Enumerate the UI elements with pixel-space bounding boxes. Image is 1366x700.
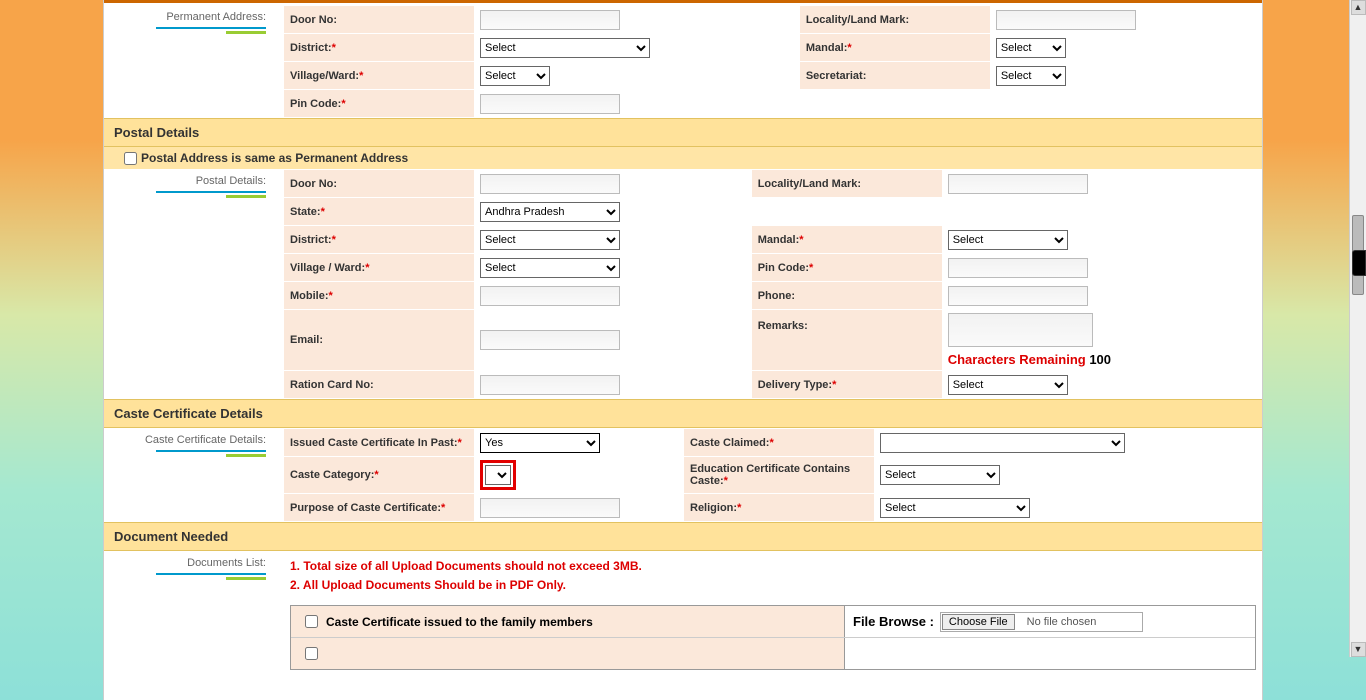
perm-secretariat-select[interactable]: Select	[996, 66, 1066, 86]
docs-title-label: Documents List:	[187, 557, 266, 569]
postal-delivery-label: Delivery Type:	[758, 379, 832, 391]
caste-title-label: Caste Certificate Details:	[145, 434, 266, 446]
caste-details-table: Issued Caste Certificate In Past:* Yes C…	[284, 428, 1262, 522]
perm-pincode-input[interactable]	[480, 94, 620, 114]
caste-category-highlight	[480, 460, 516, 490]
postal-same-label: Postal Address is same as Permanent Addr…	[141, 151, 408, 165]
choose-file-button[interactable]: Choose File	[942, 614, 1015, 630]
postal-locality-input[interactable]	[948, 174, 1088, 194]
postal-email-input[interactable]	[480, 330, 620, 350]
postal-header-text: Postal Details	[114, 125, 199, 140]
doc-row1-label: Caste Certificate issued to the family m…	[326, 615, 593, 629]
perm-village-label: Village/Ward:	[290, 70, 359, 82]
chars-remaining-value: 100	[1089, 352, 1111, 367]
permanent-address-table: Door No: Locality/Land Mark: District:* …	[284, 5, 1262, 118]
postal-ration-input[interactable]	[480, 375, 620, 395]
caste-issued-label: Issued Caste Certificate In Past:	[290, 437, 458, 449]
postal-door-input[interactable]	[480, 174, 620, 194]
postal-mandal-label: Mandal:	[758, 234, 800, 246]
postal-remarks-textarea[interactable]	[948, 313, 1093, 347]
postal-door-label: Door No:	[290, 178, 337, 190]
postal-village-select[interactable]: Select	[480, 258, 620, 278]
postal-details-table: Door No: Locality/Land Mark: State:* And…	[284, 169, 1262, 399]
no-file-chosen-text: No file chosen	[1021, 615, 1141, 629]
document-needed-header: Document Needed	[104, 522, 1262, 551]
postal-mandal-select[interactable]: Select	[948, 230, 1068, 250]
perm-village-select[interactable]: Select	[480, 66, 550, 86]
perm-mandal-select[interactable]: Select	[996, 38, 1066, 58]
postal-district-label: District:	[290, 234, 332, 246]
caste-claimed-label: Caste Claimed:	[690, 437, 769, 449]
postal-remarks-label: Remarks:	[758, 320, 808, 332]
postal-mobile-input[interactable]	[480, 286, 620, 306]
perm-district-label: District:	[290, 42, 332, 54]
postal-district-select[interactable]: Select	[480, 230, 620, 250]
caste-claimed-select[interactable]	[880, 433, 1125, 453]
permanent-address-title: Permanent Address:	[110, 11, 278, 30]
chars-remaining: Characters Remaining 100	[948, 352, 1256, 367]
docs-note-2: 2. All Upload Documents Should be in PDF…	[290, 576, 1256, 595]
postal-details-title: Postal Details:	[110, 175, 278, 194]
caste-edu-select[interactable]: Select	[880, 465, 1000, 485]
caste-details-title: Caste Certificate Details:	[110, 434, 278, 453]
postal-email-label: Email:	[290, 334, 323, 346]
doc-row1-checkbox[interactable]	[305, 615, 318, 628]
caste-header-text: Caste Certificate Details	[114, 406, 263, 421]
caste-issued-select[interactable]: Yes	[480, 433, 600, 453]
postal-details-header: Postal Details	[104, 118, 1262, 147]
caste-purpose-label: Purpose of Caste Certificate:	[290, 502, 441, 514]
caste-category-label: Caste Category:	[290, 469, 374, 481]
scroll-down-icon[interactable]: ▼	[1351, 642, 1366, 657]
perm-locality-label: Locality/Land Mark:	[806, 14, 909, 26]
postal-village-label: Village / Ward:	[290, 262, 365, 274]
docs-header-text: Document Needed	[114, 529, 228, 544]
postal-pincode-label: Pin Code:	[758, 262, 809, 274]
perm-pincode-label: Pin Code:	[290, 98, 341, 110]
chars-remaining-label: Characters Remaining	[948, 352, 1090, 367]
file-browse-label: File Browse :	[853, 614, 934, 629]
perm-district-select[interactable]: Select	[480, 38, 650, 58]
postal-same-checkbox[interactable]	[124, 152, 137, 165]
postal-delivery-select[interactable]: Select	[948, 375, 1068, 395]
perm-door-label: Door No:	[290, 14, 337, 26]
docs-note-1: 1. Total size of all Upload Documents sh…	[290, 557, 1256, 576]
perm-door-input[interactable]	[480, 10, 620, 30]
postal-ration-label: Ration Card No:	[290, 379, 374, 391]
caste-edu-label: Education Certificate Contains Caste:	[690, 463, 850, 487]
doc-row2-checkbox[interactable]	[305, 647, 318, 660]
postal-state-select[interactable]: Andhra Pradesh	[480, 202, 620, 222]
postal-locality-label: Locality/Land Mark:	[758, 178, 861, 190]
postal-phone-input[interactable]	[948, 286, 1088, 306]
caste-category-select[interactable]	[485, 465, 511, 485]
caste-purpose-input[interactable]	[480, 498, 620, 518]
caste-religion-label: Religion:	[690, 502, 737, 514]
caste-details-header: Caste Certificate Details	[104, 399, 1262, 428]
page-scrollbar[interactable]: ▲ ▼	[1349, 0, 1366, 657]
postal-mobile-label: Mobile:	[290, 290, 329, 302]
postal-state-label: State:	[290, 206, 321, 218]
side-tab-icon[interactable]	[1352, 250, 1366, 276]
postal-pincode-input[interactable]	[948, 258, 1088, 278]
perm-secretariat-label: Secretariat:	[806, 70, 867, 82]
permanent-address-label: Permanent Address:	[166, 11, 266, 23]
caste-religion-select[interactable]: Select	[880, 498, 1030, 518]
perm-locality-input[interactable]	[996, 10, 1136, 30]
documents-list-title: Documents List:	[110, 557, 278, 576]
perm-mandal-label: Mandal:	[806, 42, 848, 54]
scroll-up-icon[interactable]: ▲	[1351, 0, 1366, 15]
postal-phone-label: Phone:	[758, 290, 795, 302]
postal-title-label: Postal Details:	[196, 175, 266, 187]
